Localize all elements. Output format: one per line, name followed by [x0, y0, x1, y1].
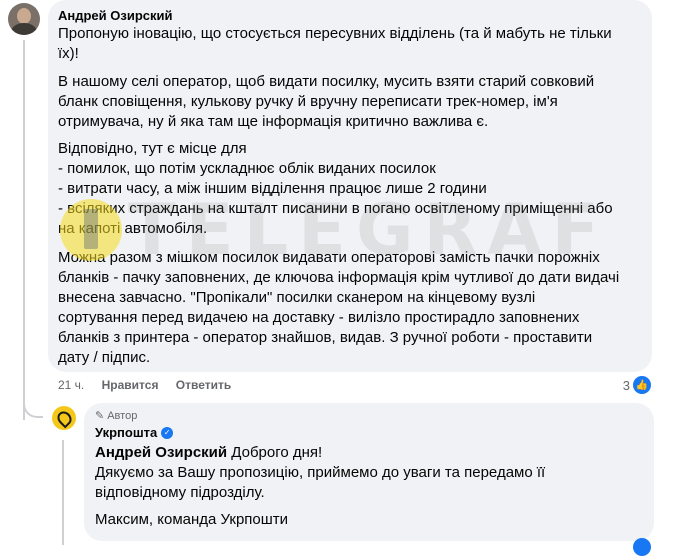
- mention-link[interactable]: Андрей Озирский: [95, 444, 227, 461]
- location-pin-icon: [54, 408, 74, 428]
- reply-reaction-icon[interactable]: [633, 538, 651, 556]
- reply-signature: Максим, команда Укрпошти: [95, 511, 289, 528]
- pen-icon: ✎: [95, 410, 105, 422]
- thread-connector: [23, 388, 43, 418]
- comment-paragraph-1: Пропоную іновацію, що стосується пересув…: [58, 25, 612, 62]
- like-button[interactable]: Нравится: [102, 378, 159, 392]
- reaction-count: 3: [622, 377, 630, 393]
- reply-thread-line: [62, 440, 64, 545]
- reply-greeting: Андрей Озирский Доброго дня!: [95, 444, 323, 461]
- comment-paragraph-4: Можна разом з мішком посилок видавати оп…: [58, 249, 620, 366]
- comment-paragraph-2: В нашому селі оператор, щоб видати посил…: [58, 73, 595, 130]
- reply-author[interactable]: Укрпошта ✓: [95, 425, 174, 440]
- reply-body: Дякуємо за Вашу пропозицію, приймемо до …: [95, 464, 546, 501]
- author-badge: ✎ Автор: [95, 409, 138, 423]
- comment-timestamp[interactable]: 21 ч.: [58, 378, 84, 392]
- comment-actions: 21 ч. Нравится Ответить: [58, 378, 245, 392]
- thread-line: [23, 40, 25, 420]
- commenter-avatar[interactable]: [8, 3, 40, 35]
- reply-button[interactable]: Ответить: [176, 378, 231, 392]
- verified-check-icon: ✓: [161, 426, 174, 439]
- reaction-summary[interactable]: 3 👍: [623, 376, 651, 394]
- comment-author[interactable]: Андрей Озирский: [58, 8, 173, 23]
- ukrposhta-avatar[interactable]: [52, 406, 76, 430]
- thumbs-up-icon: 👍: [633, 376, 651, 394]
- comment-paragraph-3: Відповідно, тут є місце для - помилок, щ…: [58, 140, 613, 237]
